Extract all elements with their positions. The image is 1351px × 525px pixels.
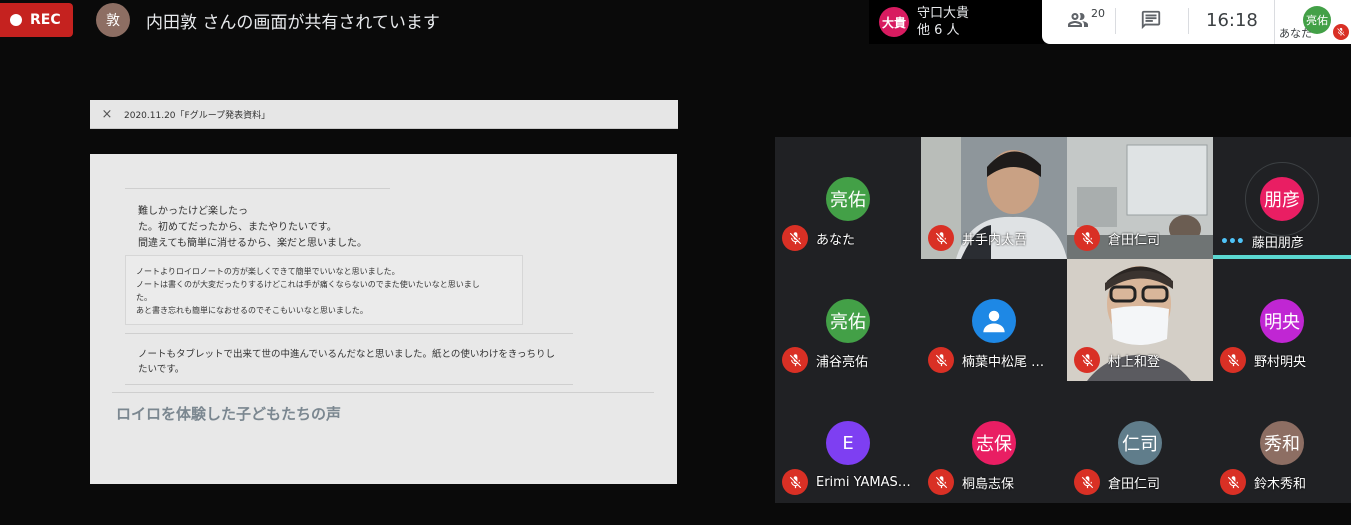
comment-line: あと書き忘れも簡単になおせるのでそこもいいなと思いました。 bbox=[136, 306, 368, 315]
shared-slide: 難しかったけど楽したっ た。初めてだったから、またやりたいです。 間違えても簡単… bbox=[90, 154, 677, 484]
participant-grid: 亮佑 あなた 井手内太吾 倉田仁司 朋彦 ••• 藤田朋彦 亮佑 浦谷亮佑 楠葉… bbox=[775, 137, 1351, 503]
participant-video-tile[interactable]: 井手内太吾 bbox=[921, 137, 1067, 259]
document-header: × 2020.11.20「Fグループ発表資料」 bbox=[90, 100, 678, 129]
participant-avatar: 仁司 bbox=[1118, 421, 1162, 465]
slide-text-line: ノートもタブレットで出来て世の中進んでいるんだなと思いました。紙との使いわけをき… bbox=[138, 349, 556, 360]
participant-tile[interactable]: 明央 野村明央 bbox=[1213, 259, 1351, 381]
participant-name: 野村明央 bbox=[1254, 354, 1307, 370]
mic-off-icon bbox=[782, 347, 808, 373]
divider bbox=[112, 392, 654, 393]
mic-off-icon bbox=[782, 225, 808, 251]
mic-off-icon bbox=[1074, 225, 1100, 251]
self-label: あなた bbox=[1279, 27, 1312, 40]
record-dot-icon bbox=[10, 14, 22, 26]
participant-tile[interactable]: 亮佑 あなた bbox=[775, 137, 921, 259]
screen-share-banner: 内田敦 さんの画面が共有されています bbox=[146, 13, 440, 33]
slide-text-line: 難しかったけど楽したっ bbox=[138, 206, 248, 217]
participant-name: 井手内太吾 bbox=[962, 232, 1028, 248]
participant-count: 20 bbox=[1091, 7, 1105, 20]
participant-name: 鈴木秀和 bbox=[1254, 476, 1307, 492]
divider bbox=[125, 333, 573, 334]
participant-name: 桐島志保 bbox=[962, 476, 1015, 492]
comment-box: ノートよりロイロノートの方が楽しくできて簡単でいいなと思いました。 ノートは書く… bbox=[125, 255, 523, 325]
participant-avatar: 明央 bbox=[1260, 299, 1304, 343]
speaker-others: 他 6 人 bbox=[917, 23, 960, 38]
participant-name: 浦谷亮佑 bbox=[816, 354, 869, 370]
speaker-avatar: 大貴 bbox=[879, 7, 909, 37]
slide-text-line: たいです。 bbox=[138, 364, 185, 375]
participant-tile[interactable]: 仁司 倉田仁司 bbox=[1067, 381, 1213, 503]
mic-off-icon bbox=[1333, 24, 1349, 40]
slide-text-line: 間違えても簡単に消せるから、楽だと思いました。 bbox=[138, 238, 367, 249]
participant-tile[interactable]: 志保 桐島志保 bbox=[921, 381, 1067, 503]
comment-line: ノートは書くのが大変だったりするけどこれは手が痛くならないのでまた使いたいなと思… bbox=[136, 280, 480, 289]
divider bbox=[125, 188, 390, 189]
participant-name: 藤田朋彦 bbox=[1251, 236, 1304, 251]
document-title: 2020.11.20「Fグループ発表資料」 bbox=[124, 110, 271, 121]
close-icon[interactable]: × bbox=[90, 107, 124, 122]
participant-video-tile[interactable]: 村上和登 bbox=[1067, 259, 1213, 381]
participant-avatar: 志保 bbox=[972, 421, 1016, 465]
participant-avatar: E bbox=[826, 421, 870, 465]
toolbar-divider bbox=[1188, 8, 1189, 34]
slide-text-line: た。初めてだったから、またやりたいです。 bbox=[138, 222, 337, 233]
mic-off-icon bbox=[782, 469, 808, 495]
divider bbox=[125, 384, 573, 385]
people-icon bbox=[1068, 13, 1088, 27]
mic-off-icon bbox=[1220, 347, 1246, 373]
participant-tile[interactable]: 楠葉中松尾 … bbox=[921, 259, 1067, 381]
self-view[interactable]: 亮佑 あなた bbox=[1274, 0, 1351, 44]
presenter-avatar: 敦 bbox=[96, 3, 130, 37]
mic-off-icon bbox=[1074, 469, 1100, 495]
participant-name: 楠葉中松尾 … bbox=[962, 354, 1045, 370]
participant-name: Erimi YAMAS… bbox=[816, 474, 911, 490]
participant-name: 倉田仁司 bbox=[1108, 476, 1161, 492]
mic-off-icon bbox=[928, 347, 954, 373]
participant-avatar: 亮佑 bbox=[826, 177, 870, 221]
meeting-toolbar: 20 16:18 亮佑 あなた bbox=[1042, 0, 1351, 44]
participant-avatar: 朋彦 bbox=[1260, 177, 1304, 221]
participant-avatar: 亮佑 bbox=[826, 299, 870, 343]
participant-tile[interactable]: 秀和 鈴木秀和 bbox=[1213, 381, 1351, 503]
comment-line: ノートよりロイロノートの方が楽しくできて簡単でいいなと思いました。 bbox=[136, 267, 400, 276]
participant-avatar: 秀和 bbox=[1260, 421, 1304, 465]
participant-name: 倉田仁司 bbox=[1108, 232, 1161, 248]
mic-off-icon bbox=[1074, 347, 1100, 373]
toolbar-divider bbox=[1115, 8, 1116, 34]
speaking-dots-icon: ••• bbox=[1220, 233, 1245, 250]
clock: 16:18 bbox=[1206, 10, 1258, 31]
participant-tile[interactable]: 亮佑 浦谷亮佑 bbox=[775, 259, 921, 381]
person-icon bbox=[972, 299, 1016, 343]
slide-heading: ロイロを体験した子どもたちの声 bbox=[116, 405, 342, 423]
participant-name: あなた bbox=[816, 232, 856, 248]
comment-line: た。 bbox=[136, 293, 152, 302]
participant-name: 村上和登 bbox=[1108, 354, 1161, 370]
participant-tile[interactable]: 朋彦 ••• 藤田朋彦 bbox=[1213, 137, 1351, 259]
recording-badge: REC bbox=[0, 3, 73, 37]
active-speaker-indicator[interactable]: 大貴 守口大貴 他 6 人 bbox=[869, 0, 1044, 44]
mic-off-icon bbox=[1220, 469, 1246, 495]
mic-off-icon bbox=[928, 225, 954, 251]
chat-button[interactable] bbox=[1140, 9, 1162, 35]
recording-label: REC bbox=[30, 12, 61, 28]
participant-video-tile[interactable]: 倉田仁司 bbox=[1067, 137, 1213, 259]
participants-button[interactable]: 20 bbox=[1066, 7, 1105, 32]
mic-off-icon bbox=[928, 469, 954, 495]
chat-icon bbox=[1141, 10, 1161, 30]
participant-tile[interactable]: E Erimi YAMAS… bbox=[775, 381, 921, 503]
speaker-name: 守口大貴 bbox=[917, 6, 970, 21]
